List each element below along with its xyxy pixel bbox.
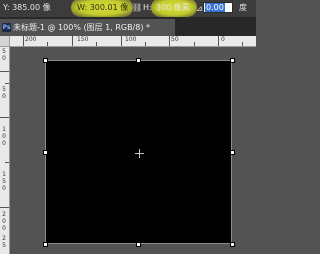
ruler-tick [96, 42, 97, 46]
ruler-tick [5, 83, 9, 84]
ruler-tick [242, 42, 243, 46]
ruler-tick [5, 162, 9, 163]
document-tab[interactable]: Ps 未标题-1 @ 100% (图层 1, RGB/8) * [0, 19, 175, 36]
h-value[interactable]: 300 像素 [156, 1, 190, 14]
angle-value: 0.00 [205, 3, 225, 12]
ruler-left-label: 5 [2, 242, 6, 249]
rotate-angle-icon: ⊿ [196, 4, 203, 13]
angle-unit: 度 [239, 3, 247, 12]
ruler-top-label: 100 [125, 36, 137, 43]
ruler-tick [23, 36, 24, 46]
y-field[interactable]: Y: 385.00 像 [3, 1, 51, 14]
transform-handle-top-right[interactable] [230, 58, 235, 63]
ruler-tick [194, 42, 195, 46]
ruler-tick [72, 36, 73, 46]
ruler-tick [0, 207, 9, 208]
link-icon[interactable]: ⛓ [132, 1, 142, 14]
photoshop-window: Y: 385.00 像 W: 300.01 像 ⛓ H: 300 像素 ⊿ 0.… [0, 0, 256, 254]
ruler-left-label: 0 [2, 55, 6, 62]
ruler-top-label: 150 [77, 36, 89, 43]
y-label: Y: [3, 3, 10, 12]
ruler-tick [0, 117, 9, 118]
ruler-horizontal[interactable]: 200 150 100 50 0 [10, 36, 256, 47]
ruler-tick [145, 42, 146, 46]
ruler-top-label: 0 [221, 36, 225, 43]
h-field-highlight: 300 像素 [151, 0, 197, 17]
ruler-vertical[interactable]: 5 0 5 0 1 0 0 1 5 0 2 0 0 2 5 [0, 47, 10, 254]
ruler-left-label: 0 [2, 140, 6, 147]
transform-reference-point-icon[interactable] [135, 149, 144, 158]
w-label: W: [77, 3, 88, 12]
transform-handle-top-left[interactable] [43, 58, 48, 63]
ruler-origin[interactable] [0, 36, 10, 47]
ruler-top-label: 200 [25, 36, 37, 43]
ruler-left-label: 0 [2, 93, 6, 100]
transform-handle-bottom-left[interactable] [43, 242, 48, 247]
document-tab-bar: Ps 未标题-1 @ 100% (图层 1, RGB/8) * [0, 17, 256, 36]
transform-handle-bottom-center[interactable] [136, 242, 141, 247]
ruler-tick [47, 42, 48, 46]
y-value[interactable]: 385.00 像 [12, 3, 51, 12]
ruler-tick [218, 36, 219, 46]
options-bar: Y: 385.00 像 W: 300.01 像 ⛓ H: 300 像素 ⊿ 0.… [0, 0, 256, 17]
angle-input[interactable]: 0.00 [203, 2, 233, 13]
w-field[interactable]: W: 300.01 像 [77, 1, 128, 14]
transform-handle-top-center[interactable] [136, 58, 141, 63]
transform-handle-middle-right[interactable] [230, 150, 235, 155]
photoshop-app-icon: Ps [2, 23, 11, 32]
document-tab-title: 未标题-1 @ 100% (图层 1, RGB/8) * [13, 23, 151, 32]
ruler-left-label: 0 [2, 225, 6, 232]
w-field-highlight: W: 300.01 像 [71, 0, 133, 17]
ruler-left-label: 0 [2, 185, 6, 192]
w-value[interactable]: 300.01 像 [90, 3, 129, 12]
ruler-tick [0, 71, 9, 72]
transform-handle-bottom-right[interactable] [230, 242, 235, 247]
transform-handle-middle-left[interactable] [43, 150, 48, 155]
ruler-tick [121, 36, 122, 46]
ruler-tick [169, 36, 170, 46]
ruler-top-label: 50 [171, 36, 179, 43]
